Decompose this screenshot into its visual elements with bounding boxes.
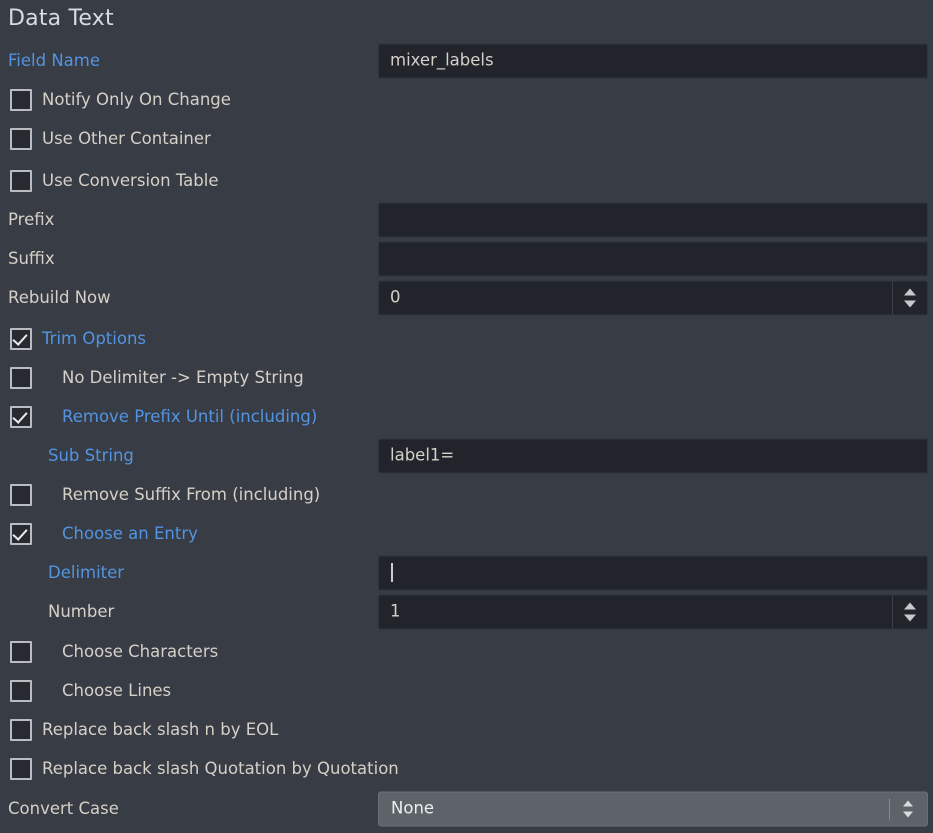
convert-case-arrows[interactable] bbox=[897, 792, 919, 825]
row-remove-suffix-from: Remove Suffix From (including) bbox=[0, 475, 933, 514]
replace-backslash-quotation-checkbox[interactable] bbox=[10, 758, 32, 780]
trim-options-checkbox[interactable] bbox=[10, 328, 32, 350]
row-sub-string: Sub String label1= bbox=[0, 436, 933, 475]
rebuild-now-spin-buttons[interactable] bbox=[892, 281, 927, 314]
suffix-input[interactable] bbox=[378, 241, 928, 276]
spin-up-icon[interactable] bbox=[904, 288, 916, 295]
spin-up-icon[interactable] bbox=[904, 602, 916, 609]
page-title: Data Text bbox=[8, 6, 114, 31]
chevron-up-icon[interactable] bbox=[903, 800, 913, 806]
use-conversion-table-checkbox[interactable] bbox=[10, 170, 32, 192]
use-other-container-checkbox[interactable] bbox=[10, 128, 32, 150]
row-notify-only-on-change: Notify Only On Change bbox=[0, 80, 933, 119]
data-text-panel: Data Text Field Name mixer_labels Notify… bbox=[0, 0, 933, 833]
choose-an-entry-label: Choose an Entry bbox=[62, 525, 198, 542]
text-caret bbox=[391, 563, 393, 582]
row-replace-backslash-n: Replace back slash n by EOL bbox=[0, 710, 933, 749]
convert-case-label: Convert Case bbox=[8, 800, 119, 817]
choose-an-entry-checkbox[interactable] bbox=[10, 523, 32, 545]
choose-characters-label: Choose Characters bbox=[62, 643, 218, 660]
row-replace-backslash-quotation: Replace back slash Quotation by Quotatio… bbox=[0, 749, 933, 788]
rebuild-now-spinner[interactable]: 0 bbox=[378, 280, 928, 315]
spin-down-icon[interactable] bbox=[904, 300, 916, 307]
prefix-label: Prefix bbox=[8, 211, 54, 228]
row-choose-an-entry: Choose an Entry bbox=[0, 514, 933, 553]
use-other-container-label: Use Other Container bbox=[42, 130, 211, 147]
row-no-delimiter-empty-string: No Delimiter -> Empty String bbox=[0, 358, 933, 397]
remove-suffix-from-label: Remove Suffix From (including) bbox=[62, 486, 320, 503]
prefix-input[interactable] bbox=[378, 202, 928, 237]
row-use-conversion-table: Use Conversion Table bbox=[0, 161, 933, 200]
choose-characters-checkbox[interactable] bbox=[10, 641, 32, 663]
choose-lines-checkbox[interactable] bbox=[10, 680, 32, 702]
row-convert-case: Convert Case None bbox=[0, 789, 933, 828]
field-name-label: Field Name bbox=[8, 52, 100, 69]
row-choose-lines: Choose Lines bbox=[0, 671, 933, 710]
remove-suffix-from-checkbox[interactable] bbox=[10, 484, 32, 506]
remove-prefix-until-label: Remove Prefix Until (including) bbox=[62, 408, 317, 425]
replace-backslash-n-checkbox[interactable] bbox=[10, 719, 32, 741]
remove-prefix-until-checkbox[interactable] bbox=[10, 406, 32, 428]
row-rebuild-now: Rebuild Now 0 bbox=[0, 278, 933, 317]
number-spinner[interactable]: 1 bbox=[378, 594, 928, 629]
number-value: 1 bbox=[390, 603, 401, 620]
number-spin-buttons[interactable] bbox=[892, 595, 927, 628]
no-delimiter-empty-string-label: No Delimiter -> Empty String bbox=[62, 369, 304, 386]
row-number: Number 1 bbox=[0, 592, 933, 631]
use-conversion-table-label: Use Conversion Table bbox=[42, 172, 219, 189]
delimiter-input[interactable]: | bbox=[378, 555, 928, 590]
row-prefix: Prefix bbox=[0, 200, 933, 239]
replace-backslash-n-label: Replace back slash n by EOL bbox=[42, 721, 278, 738]
convert-case-value: None bbox=[391, 800, 434, 817]
rebuild-now-value: 0 bbox=[390, 289, 401, 306]
notify-only-on-change-checkbox[interactable] bbox=[10, 89, 32, 111]
field-name-input[interactable]: mixer_labels bbox=[378, 43, 928, 78]
delimiter-label: Delimiter bbox=[48, 564, 124, 581]
row-remove-prefix-until: Remove Prefix Until (including) bbox=[0, 397, 933, 436]
notify-only-on-change-label: Notify Only On Change bbox=[42, 91, 231, 108]
sub-string-value: label1= bbox=[390, 447, 454, 464]
choose-lines-label: Choose Lines bbox=[62, 682, 171, 699]
row-suffix: Suffix bbox=[0, 239, 933, 278]
number-label: Number bbox=[48, 603, 114, 620]
row-field-name: Field Name mixer_labels bbox=[0, 41, 933, 80]
no-delimiter-empty-string-checkbox[interactable] bbox=[10, 367, 32, 389]
sub-string-label: Sub String bbox=[48, 447, 134, 464]
chevron-down-icon[interactable] bbox=[903, 811, 913, 817]
replace-backslash-quotation-label: Replace back slash Quotation by Quotatio… bbox=[42, 760, 399, 777]
trim-options-label: Trim Options bbox=[42, 330, 146, 347]
row-delimiter: Delimiter | bbox=[0, 553, 933, 592]
sub-string-input[interactable]: label1= bbox=[378, 438, 928, 473]
convert-case-dropdown[interactable]: None bbox=[378, 791, 928, 826]
suffix-label: Suffix bbox=[8, 250, 55, 267]
row-use-other-container: Use Other Container bbox=[0, 119, 933, 158]
field-name-value: mixer_labels bbox=[390, 52, 494, 69]
spin-down-icon[interactable] bbox=[904, 614, 916, 621]
row-choose-characters: Choose Characters bbox=[0, 632, 933, 671]
row-trim-options: Trim Options bbox=[0, 319, 933, 358]
rebuild-now-label: Rebuild Now bbox=[8, 289, 111, 306]
divider bbox=[889, 798, 890, 819]
